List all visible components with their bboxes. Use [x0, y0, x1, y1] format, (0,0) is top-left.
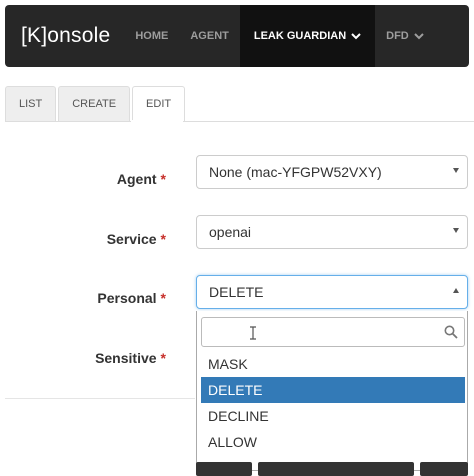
submit-button[interactable]: [196, 462, 252, 476]
service-select-value: openai: [209, 224, 252, 240]
tertiary-button[interactable]: [420, 462, 468, 476]
form-divider: [5, 398, 195, 399]
caret-down-icon: [453, 168, 459, 173]
nav-agent-label: AGENT: [190, 30, 229, 42]
nav-leak-guardian-label: LEAK GUARDIAN: [253, 30, 347, 42]
agent-label: Agent *: [116, 171, 166, 187]
search-icon: [444, 325, 458, 339]
personal-select[interactable]: DELETE: [196, 275, 468, 309]
chevron-down-icon: [351, 32, 361, 40]
dropdown-search[interactable]: [201, 317, 465, 347]
service-label: Service *: [106, 231, 166, 247]
required-asterisk: *: [160, 231, 166, 247]
tab-list[interactable]: LIST: [5, 86, 57, 122]
nav-leak-guardian[interactable]: LEAK GUARDIAN: [239, 5, 376, 67]
nav-dfd-label: DFD: [386, 30, 409, 42]
personal-dropdown: MASK DELETE DECLINE ALLOW: [196, 311, 468, 471]
caret-down-icon: [453, 228, 459, 233]
brand-logo[interactable]: [K]onsole: [21, 24, 110, 48]
option-mask[interactable]: MASK: [201, 351, 465, 377]
nav-home-label: HOME: [135, 30, 169, 42]
text-cursor-icon: [249, 326, 257, 340]
required-asterisk: *: [160, 290, 166, 306]
nav-home[interactable]: HOME: [124, 5, 179, 67]
chevron-down-icon: [414, 32, 424, 40]
option-decline[interactable]: DECLINE: [201, 403, 465, 429]
secondary-button[interactable]: [258, 462, 414, 476]
caret-up-icon: [453, 288, 459, 293]
required-asterisk: *: [160, 350, 166, 366]
agent-select[interactable]: None (mac-YFGPW52VXY): [196, 155, 468, 189]
tab-create[interactable]: CREATE: [58, 86, 131, 122]
dropdown-search-input[interactable]: [202, 318, 432, 346]
tab-edit[interactable]: EDIT: [132, 86, 186, 122]
option-allow[interactable]: ALLOW: [201, 429, 465, 455]
personal-select-value: DELETE: [209, 284, 264, 300]
navbar: [K]onsole HOME AGENT LEAK GUARDIAN DFD: [5, 5, 469, 67]
sensitive-label: Sensitive *: [95, 350, 166, 366]
page: [K]onsole HOME AGENT LEAK GUARDIAN DFD L…: [0, 0, 474, 476]
service-select[interactable]: openai: [196, 215, 468, 249]
nav-agent[interactable]: AGENT: [179, 5, 240, 67]
tab-bar: LIST CREATE EDIT: [5, 86, 187, 122]
tab-divider: [5, 121, 474, 122]
personal-label: Personal *: [97, 290, 166, 306]
required-asterisk: *: [160, 171, 166, 187]
nav-dfd[interactable]: DFD: [375, 5, 435, 67]
agent-select-value: None (mac-YFGPW52VXY): [209, 164, 382, 180]
option-delete[interactable]: DELETE: [201, 377, 465, 403]
